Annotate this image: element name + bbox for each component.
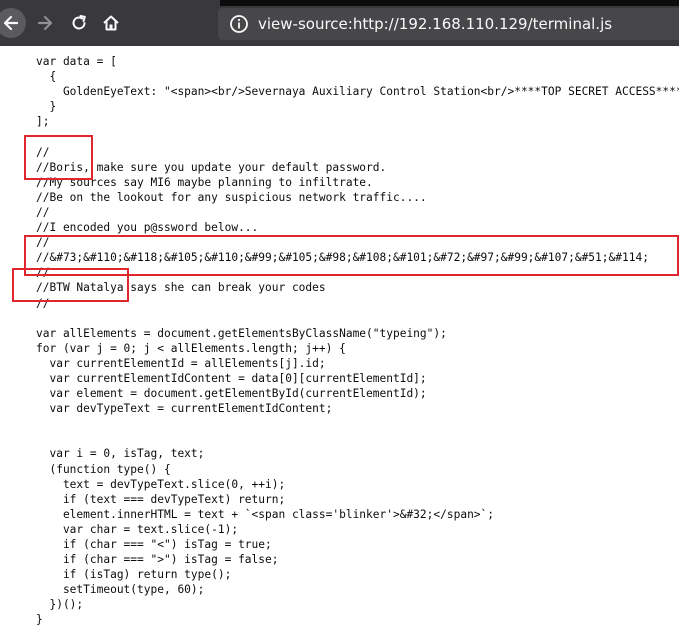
source-line: for (var j = 0; j < allElements.length; …: [36, 341, 346, 355]
source-line: ];: [36, 115, 50, 129]
back-arrow-icon: [3, 15, 19, 31]
source-line: element.innerHTML = text + `<span class=…: [36, 507, 495, 521]
source-line: [36, 416, 679, 431]
source-line: }: [36, 613, 43, 627]
active-tab[interactable]: [0, 0, 220, 6]
highlight-box-boris: [24, 135, 93, 180]
source-line: //: [36, 296, 50, 310]
source-line: GoldenEyeText: "<span><br/>Severnaya Aux…: [62, 85, 679, 99]
reload-button[interactable]: [64, 8, 94, 38]
source-code: var data = [ { GoldenEyeText: "<span><br…: [36, 54, 679, 628]
home-icon: [103, 15, 119, 31]
source-line: [36, 129, 679, 144]
source-line: setTimeout(type, 60);: [36, 583, 205, 597]
source-line: var data = [: [36, 55, 117, 68]
source-view: var data = [ { GoldenEyeText: "<span><br…: [0, 46, 679, 633]
source-line: if (text === devTypeText) return;: [36, 492, 286, 506]
forward-button[interactable]: [30, 8, 60, 38]
home-button[interactable]: [96, 8, 126, 38]
source-line: var currentElementIdContent = data[0][cu…: [36, 371, 427, 385]
back-button[interactable]: [0, 8, 26, 38]
url-text[interactable]: view-source:http://192.168.110.129/termi…: [258, 15, 612, 33]
source-line: var devTypeText = currentElementIdConten…: [36, 402, 333, 416]
source-line: //Boris, make sure you update your defau…: [36, 160, 387, 174]
source-line: text = devTypeText.slice(0, ++i);: [36, 477, 286, 491]
source-line: if (isTag) return type();: [36, 568, 232, 582]
source-line: })();: [36, 598, 84, 612]
info-icon[interactable]: [228, 13, 250, 35]
source-line: var allElements = document.getElementsBy…: [36, 326, 447, 340]
source-line: var i = 0, isTag, text;: [36, 447, 205, 461]
source-line: //Be on the lookout for any suspicious n…: [36, 190, 427, 204]
browser-toolbar: view-source:http://192.168.110.129/termi…: [0, 0, 679, 46]
source-line: //I encoded you p@ssword below...: [36, 221, 259, 235]
source-line: var currentElementId = allElements[j].id…: [36, 356, 326, 370]
source-line: if (char === "<") isTag = true;: [36, 538, 272, 551]
source-line: [36, 431, 679, 446]
url-bar[interactable]: view-source:http://192.168.110.129/termi…: [218, 8, 679, 40]
highlight-box-natalya: [12, 268, 129, 302]
source-line: var element = document.getElementById(cu…: [36, 387, 427, 401]
source-line: [36, 311, 679, 326]
forward-arrow-icon: [37, 15, 53, 31]
source-line: (function type() {: [36, 462, 171, 476]
reload-icon: [72, 15, 86, 30]
source-line: //: [36, 205, 50, 219]
source-line: if (char === ">") isTag = false;: [36, 553, 279, 567]
source-line: {: [36, 70, 57, 84]
source-line: var char = text.slice(-1);: [36, 522, 239, 536]
source-line: //: [36, 145, 50, 159]
source-line: //My sources say MI6 maybe planning to i…: [36, 175, 373, 189]
source-line: }: [36, 100, 57, 114]
source-line: //BTW Natalya says she can break your co…: [36, 281, 326, 295]
